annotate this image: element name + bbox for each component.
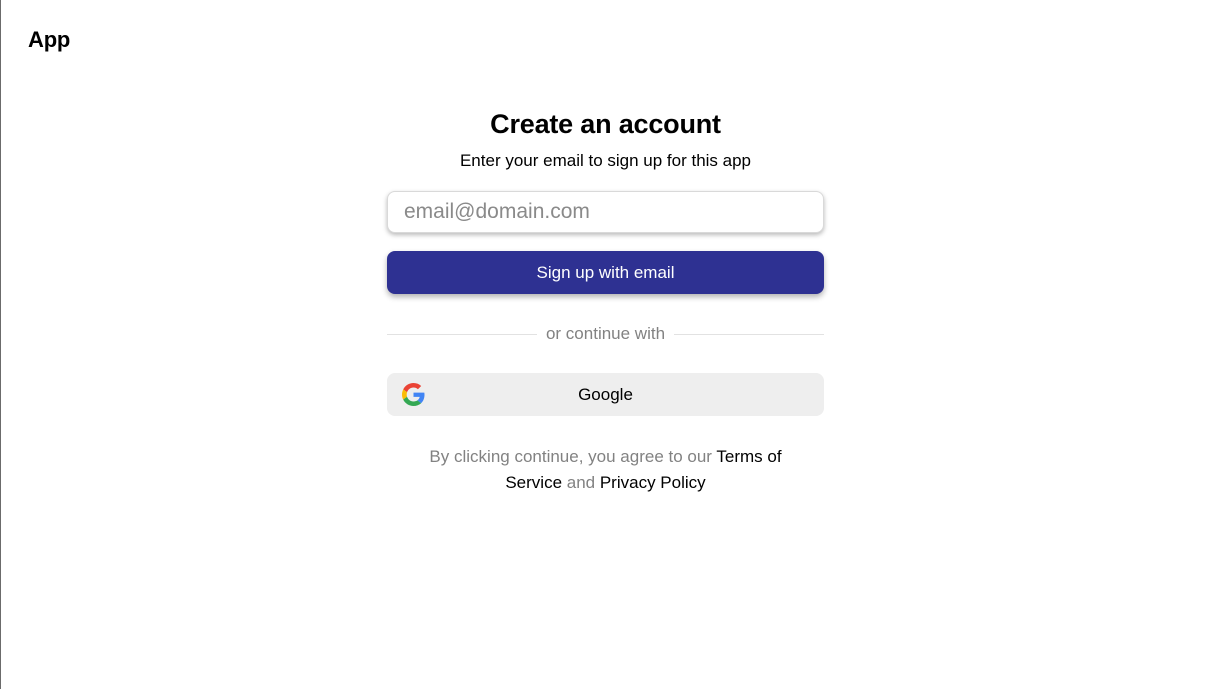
sign-up-with-email-button[interactable]: Sign up with email — [387, 251, 824, 294]
signup-card: Create an account Enter your email to si… — [387, 106, 825, 496]
page-subtitle: Enter your email to sign up for this app — [459, 151, 752, 170]
google-sign-in-button[interactable]: Google — [387, 373, 824, 416]
page-title: Create an account — [490, 109, 721, 139]
legal-prefix: By clicking continue, you agree to our — [429, 447, 717, 466]
app-title: App — [28, 27, 71, 52]
email-field[interactable] — [387, 191, 824, 233]
divider-line-right — [674, 333, 825, 335]
divider-label: or continue with — [545, 324, 666, 343]
legal-notice: By clicking continue, you agree to our T… — [387, 444, 824, 496]
or-divider: or continue with — [387, 323, 825, 345]
google-icon — [402, 383, 425, 406]
google-button-label: Google — [578, 384, 633, 404]
legal-and: and — [562, 473, 600, 492]
divider-line-left — [387, 333, 537, 335]
app-window: App Create an account Enter your email t… — [0, 0, 1206, 689]
privacy-policy-link[interactable]: Privacy Policy — [600, 473, 706, 492]
